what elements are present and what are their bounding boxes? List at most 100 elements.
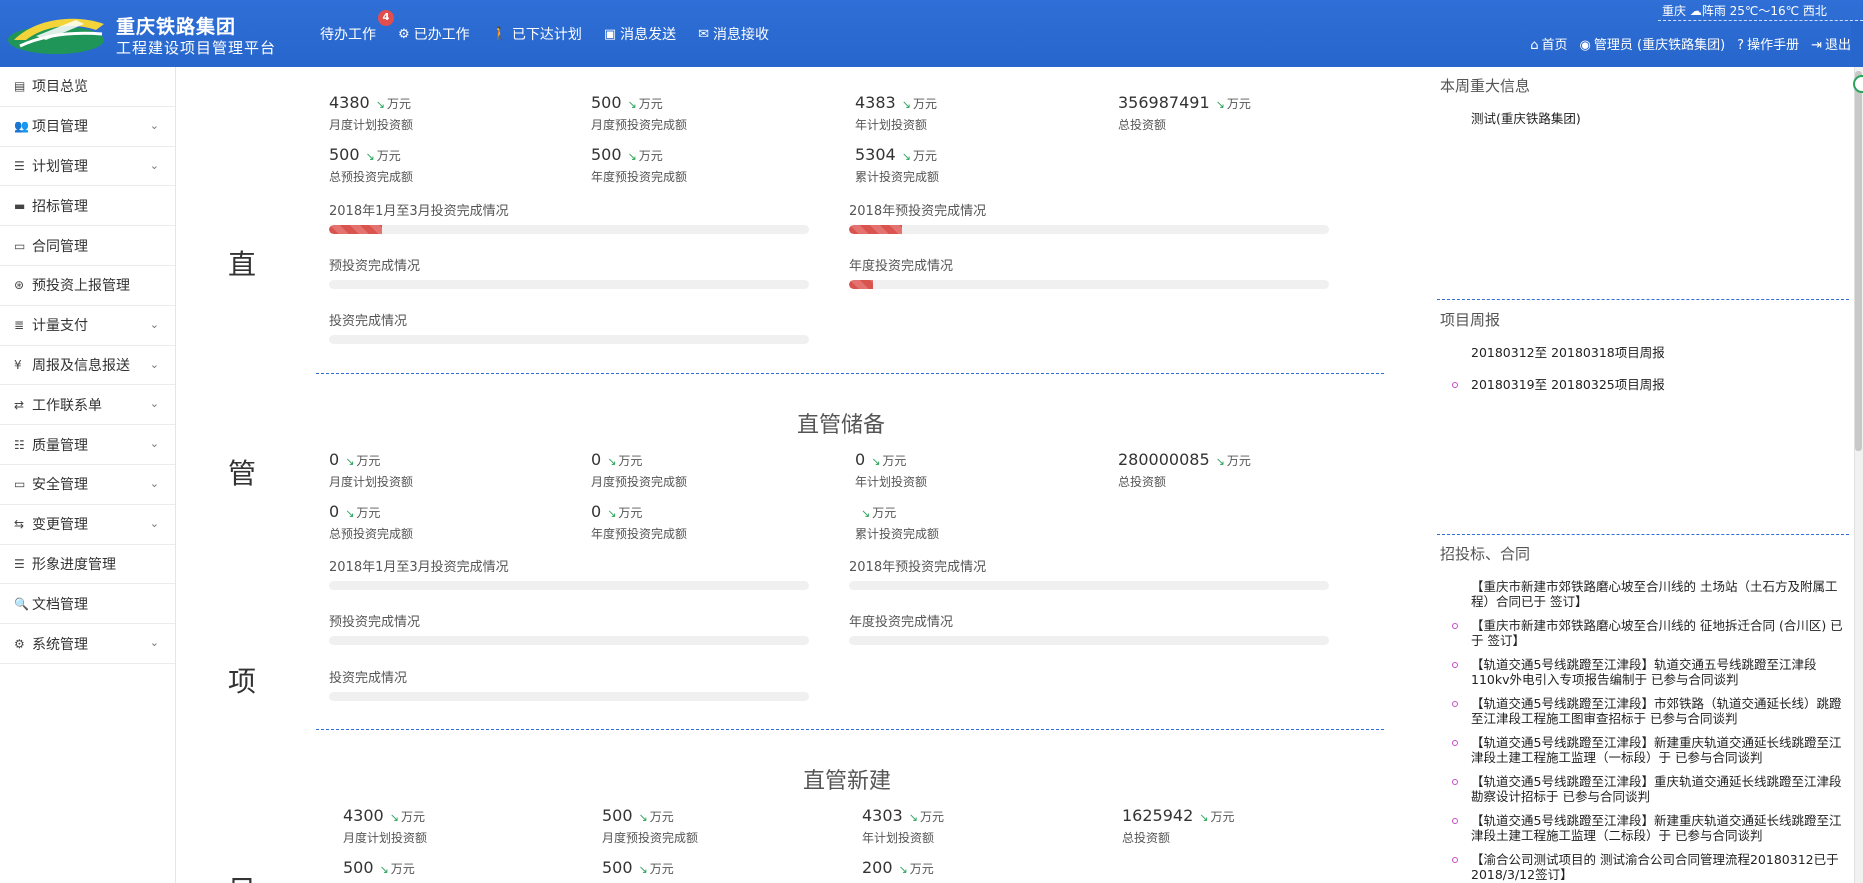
stat-unit: 万元 xyxy=(618,506,643,520)
list-item[interactable]: 测试(重庆铁路集团) xyxy=(1451,111,1843,126)
weekly-major-title: 本周重大信息 xyxy=(1440,77,1531,95)
sidebar-item-safety[interactable]: ▭ 安全管理 ⌄ xyxy=(0,465,175,505)
list-item[interactable]: 【轨道交通5号线跳蹬至江津段】市郊铁路（轨道交通延长线）跳蹬至江津段工程施工图审… xyxy=(1451,696,1843,726)
logout-link[interactable]: ⇥ 退出 xyxy=(1811,34,1851,53)
sidebar-item-project[interactable]: 👥 项目管理 ⌄ xyxy=(0,107,175,147)
stat-label: 月度预投资完成额 xyxy=(591,118,688,132)
progress-total: 投资完成情况 xyxy=(329,310,809,344)
stat-total-pre: 0 ↘ 万元 总预投资完成额 xyxy=(329,502,413,542)
progress-track xyxy=(329,335,809,344)
sidebar-item-label: 计划管理 xyxy=(32,158,88,175)
sidebar-item-label: 项目管理 xyxy=(32,119,88,136)
trend-down-icon: ↘ xyxy=(638,863,648,876)
trend-down-icon: ↘ xyxy=(607,507,617,520)
list-item[interactable]: 【轨道交通5号线跳蹬至江津段】轨道交通五号线跳蹬至江津段110kv外电引入专项报… xyxy=(1451,657,1843,687)
server-icon: ≣ xyxy=(14,318,25,333)
nav-send-message[interactable]: ▣ 消息发送 xyxy=(604,24,676,44)
nav-todo[interactable]: 待办工作 4 xyxy=(320,10,394,44)
list-item-text: 20180312至 20180318项目周报 xyxy=(1471,345,1665,360)
bullet-icon xyxy=(1452,818,1458,824)
sidebar-item-system[interactable]: ⚙ 系统管理 ⌄ xyxy=(0,624,175,664)
sidebar-item-pre-investment[interactable]: ⊛ 预投资上报管理 xyxy=(0,266,175,306)
nav-issued-plans[interactable]: 🚶 已下达计划 xyxy=(492,24,582,44)
list-item-text: 20180319至 20180325项目周报 xyxy=(1471,377,1665,392)
stat-value: 500 xyxy=(343,858,374,877)
stat-unit: 万元 xyxy=(649,862,674,876)
admin-user-link[interactable]: ◉ 管理员 (重庆铁路集团) xyxy=(1580,34,1726,53)
list-item[interactable]: 【轨道交通5号线跳蹬至江津段】重庆轨道交通延长线跳蹬至江津段勘察设计招标于 已参… xyxy=(1451,774,1843,804)
sidebar-item-quality[interactable]: ☷ 质量管理 ⌄ xyxy=(0,425,175,465)
vertical-title-char: 直 xyxy=(228,248,257,281)
sidebar-item-documents[interactable]: 🔍 文档管理 xyxy=(0,584,175,625)
sidebar: ▤ 项目总览 👥 项目管理 ⌄ ☰ 计划管理 ⌄ ▬ 招标管理 ▭ 合同管理 ⊛ 预投资上报管理… xyxy=(0,67,176,883)
stat-annual-pre: 0 ↘ 万元 年度预投资完成额 xyxy=(591,502,687,542)
sidebar-item-contract[interactable]: ▭ 合同管理 xyxy=(0,226,175,266)
trend-down-icon: ↘ xyxy=(345,507,355,520)
progress-fill xyxy=(849,280,873,289)
stat-value: 5304 xyxy=(855,145,896,164)
list-item[interactable]: 【轨道交通5号线跳蹬至江津段】新建重庆轨道交通延长线跳蹬至江津段土建工程施工监理… xyxy=(1451,735,1843,765)
progress-fill xyxy=(849,225,902,234)
progress-label: 2018年预投资完成情况 xyxy=(849,560,987,575)
user-nav: ⌂ 首页 ◉ 管理员 (重庆铁路集团) ? 操作手册 ⇥ 退出 xyxy=(1530,34,1851,53)
lifebuoy-icon: ⊛ xyxy=(14,278,25,293)
home-link[interactable]: ⌂ 首页 xyxy=(1530,34,1567,53)
progress-track xyxy=(329,581,809,590)
nav-todo-label: 待办工作 xyxy=(320,27,376,43)
stat-value: 500 xyxy=(591,145,622,164)
inbox-icon: ✉ xyxy=(698,26,710,42)
stat-value: 356987491 xyxy=(1118,93,1210,112)
list-item[interactable]: 【重庆市新建市郊铁路磨心坡至合川线的 征地拆迁合同 (合川区) 已于 签订】 xyxy=(1451,618,1843,648)
sidebar-item-plan[interactable]: ☰ 计划管理 ⌄ xyxy=(0,147,175,187)
list-item[interactable]: 【渝合公司测试项目的 测试渝合公司合同管理流程20180312已于 2018/3… xyxy=(1451,852,1843,882)
nav-done[interactable]: ⚙ 已办工作 xyxy=(398,24,470,44)
stat-label: 累计投资完成额 xyxy=(855,527,940,541)
stat-annual-plan: 4303 ↘ 万元 年计划投资额 xyxy=(862,806,944,846)
sidebar-item-weekly-report[interactable]: ¥ 周报及信息报送 ⌄ xyxy=(0,346,175,386)
stat-label: 月度计划投资额 xyxy=(329,118,414,132)
list-item-text: 【重庆市新建市郊铁路磨心坡至合川线的 征地拆迁合同 (合川区) 已于 签订】 xyxy=(1471,618,1843,648)
progress-label: 投资完成情况 xyxy=(329,671,408,686)
list-item[interactable]: 【轨道交通5号线跳蹬至江津段】新建重庆轨道交通延长线跳蹬至江津段土建工程施工监理… xyxy=(1451,813,1843,843)
top-header: 重庆铁路集团 工程建设项目管理平台 待办工作 4 ⚙ 已办工作 🚶 已下达计划 … xyxy=(0,0,1863,67)
railway-logo-icon xyxy=(8,18,104,54)
scrollbar-thumb[interactable] xyxy=(1855,71,1862,451)
home-icon: ⌂ xyxy=(1530,38,1539,53)
exchange-icon: ⇆ xyxy=(14,517,25,532)
trend-down-icon: ↘ xyxy=(638,811,648,824)
trend-down-icon: ↘ xyxy=(898,863,908,876)
stat-total-investment: 280000085 ↘ 万元 总投资额 xyxy=(1118,450,1251,490)
doc-icon: ▤ xyxy=(14,79,26,94)
bullet-icon xyxy=(1452,857,1458,863)
sidebar-item-progress[interactable]: ☰ 形象进度管理 xyxy=(0,545,175,585)
progress-track xyxy=(329,692,809,701)
send-icon: ▣ xyxy=(603,26,617,42)
sidebar-item-payment[interactable]: ≣ 计量支付 ⌄ xyxy=(0,306,175,346)
weekly-report-list: 20180312至 20180318项目周报 20180319至 2018032… xyxy=(1451,345,1843,401)
progress-label: 年度投资完成情况 xyxy=(849,615,954,630)
list-item[interactable]: 【重庆市新建市郊铁路磨心坡至合川线的 土场站（土石方及附属工程）合同已于 签订】 xyxy=(1451,579,1843,609)
nav-send-message-label: 消息发送 xyxy=(620,27,677,43)
stat-value: 500 xyxy=(591,93,622,112)
vertical-title-char: 目 xyxy=(228,869,256,883)
bullet-icon xyxy=(1452,779,1458,785)
stat-unit: 万元 xyxy=(356,454,381,468)
page-scrollbar[interactable] xyxy=(1854,67,1863,883)
progress-label: 2018年1月至3月投资完成情况 xyxy=(329,204,509,219)
nav-receive-message[interactable]: ✉ 消息接收 xyxy=(698,24,769,44)
sidebar-item-work-contact[interactable]: ⇄ 工作联系单 ⌄ xyxy=(0,385,175,426)
manual-link[interactable]: ? 操作手册 xyxy=(1737,34,1799,53)
list-item[interactable]: 20180312至 20180318项目周报 xyxy=(1451,345,1843,360)
progress-track xyxy=(329,225,809,234)
sidebar-item-bidding[interactable]: ▬ 招标管理 xyxy=(0,186,175,227)
list-item-text: 【轨道交通5号线跳蹬至江津段】重庆轨道交通延长线跳蹬至江津段勘察设计招标于 已参… xyxy=(1471,774,1842,804)
sidebar-item-change[interactable]: ⇆ 变更管理 ⌄ xyxy=(0,505,175,545)
list-item[interactable]: 20180319至 20180325项目周报 xyxy=(1451,377,1843,392)
weekly-major-list: 测试(重庆铁路集团) xyxy=(1451,111,1843,135)
progress-q1: 2018年1月至3月投资完成情况 xyxy=(329,556,809,590)
sidebar-item-overview[interactable]: ▤ 项目总览 xyxy=(0,67,175,107)
stat-value: 0 xyxy=(591,502,602,521)
progress-pre: 预投资完成情况 xyxy=(329,611,809,645)
stat-unit: 万元 xyxy=(649,810,674,824)
sidebar-item-label: 工作联系单 xyxy=(32,397,102,414)
